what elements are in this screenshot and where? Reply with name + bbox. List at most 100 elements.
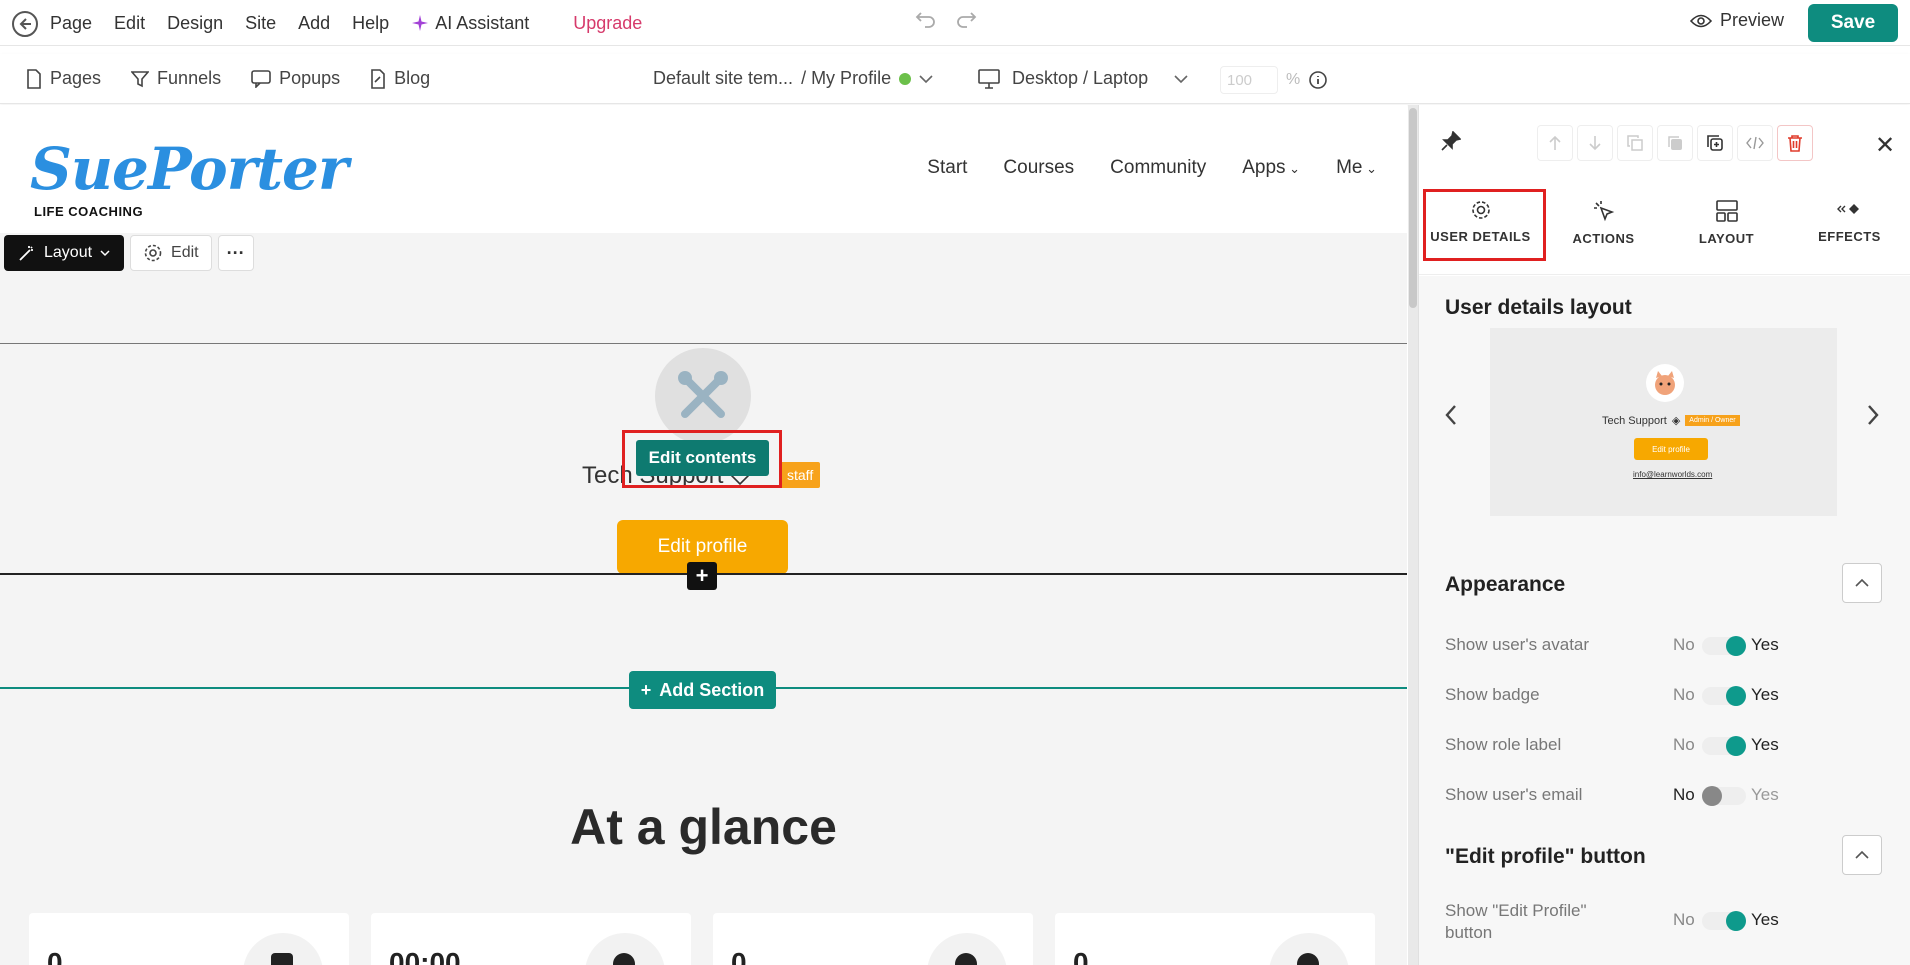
ai-assistant-button[interactable]: AI Assistant <box>411 13 551 34</box>
menu-page[interactable]: Page <box>50 13 92 34</box>
upgrade-link[interactable]: Upgrade <box>573 13 642 34</box>
page-name: / My Profile <box>801 68 892 88</box>
toggle-switch[interactable] <box>1702 736 1746 756</box>
toggle-row-email: Show user's email No Yes <box>1445 781 1885 811</box>
copy-icon[interactable] <box>1617 125 1653 161</box>
layout-button[interactable]: Layout <box>4 235 125 271</box>
add-section-button[interactable]: + Add Section <box>629 671 776 709</box>
funnel-icon <box>131 70 150 87</box>
preview-diamond-icon: ◈ <box>1671 415 1681 427</box>
layout-preview[interactable]: Tech Support ◈ Admin / Owner Edit profil… <box>1490 328 1837 516</box>
preview-name-row: Tech Support ◈ Admin / Owner <box>1602 414 1740 427</box>
chevron-left-icon[interactable] <box>1443 402 1459 434</box>
site-logo[interactable]: SuePorter <box>30 135 349 203</box>
pages-link[interactable]: Pages <box>26 68 101 89</box>
redo-icon[interactable] <box>955 10 977 28</box>
funnels-label: Funnels <box>157 68 222 88</box>
move-up-icon[interactable] <box>1537 125 1573 161</box>
move-down-icon[interactable] <box>1577 125 1613 161</box>
document-icon <box>27 68 41 89</box>
toggle-switch[interactable] <box>1702 786 1746 806</box>
toggle-knob <box>1726 686 1746 706</box>
duplicate-icon[interactable] <box>1697 125 1733 161</box>
stat-value: 00:00 <box>389 947 461 965</box>
site-nav-community[interactable]: Community <box>1110 157 1206 179</box>
zoom-control: 100 % <box>1220 66 1328 94</box>
add-element-button[interactable]: + <box>687 562 717 590</box>
preview-edit-profile-button: Edit profile <box>1634 438 1708 460</box>
canvas-scrollbar-thumb[interactable] <box>1409 108 1417 308</box>
tab-label: ACTIONS <box>1572 231 1635 246</box>
layout-label: Layout <box>44 244 93 261</box>
preview-button[interactable]: Preview <box>1690 10 1784 31</box>
toggle-label: Show user's avatar <box>1445 635 1590 654</box>
stat-value: 0 <box>47 947 63 965</box>
toggle-row-avatar: Show user's avatar No Yes <box>1445 631 1885 661</box>
collapse-appearance-button[interactable] <box>1842 563 1882 603</box>
site-nav-start[interactable]: Start <box>927 157 967 179</box>
blog-label: Blog <box>394 68 431 88</box>
device-selector[interactable]: Desktop / Laptop <box>978 68 1188 89</box>
tab-actions[interactable]: ACTIONS <box>1542 185 1665 274</box>
blog-icon <box>371 68 385 89</box>
popups-link[interactable]: Popups <box>251 68 340 89</box>
menu-site[interactable]: Site <box>245 13 276 34</box>
stat-card: 0 <box>1055 913 1375 965</box>
close-icon[interactable]: ✕ <box>1875 131 1895 160</box>
stat-value: 0 <box>731 947 747 965</box>
toggle-switch[interactable] <box>1702 636 1746 656</box>
preview-email: info@learnworlds.com <box>1633 470 1713 479</box>
code-icon[interactable] <box>1737 125 1773 161</box>
site-nav-courses[interactable]: Courses <box>1003 157 1074 179</box>
preview-name: Tech Support <box>1602 414 1667 427</box>
site-nav-me[interactable]: Me <box>1336 157 1377 179</box>
zoom-unit: % <box>1286 71 1301 88</box>
undo-redo <box>915 10 977 28</box>
toggle-row-badge: Show badge No Yes <box>1445 681 1885 711</box>
paste-icon[interactable] <box>1657 125 1693 161</box>
chevron-down-icon <box>919 74 933 83</box>
toggle-no-label: No <box>1673 785 1695 804</box>
blog-link[interactable]: Blog <box>370 68 430 89</box>
layout-section-title: User details layout <box>1445 296 1632 319</box>
toggle-switch[interactable] <box>1702 686 1746 706</box>
undo-icon[interactable] <box>915 10 937 28</box>
chevron-right-icon[interactable] <box>1865 402 1881 434</box>
gear-icon <box>144 244 162 262</box>
site-nav-apps[interactable]: Apps <box>1242 157 1300 179</box>
chevron-up-icon <box>1855 578 1869 587</box>
menu-help[interactable]: Help <box>352 13 389 34</box>
secondary-toolbar: Pages Funnels Popups Blog Default site t… <box>0 54 1910 104</box>
stats-cards: 0 00:00 0 0 <box>29 913 1375 965</box>
back-icon[interactable] <box>12 11 38 37</box>
edit-button[interactable]: Edit <box>130 235 212 271</box>
tab-effects[interactable]: EFFECTS <box>1788 185 1910 274</box>
popups-label: Popups <box>279 68 341 88</box>
menu-edit[interactable]: Edit <box>114 13 145 34</box>
pin-icon[interactable] <box>1441 131 1461 151</box>
highlight-frame <box>622 430 782 488</box>
appearance-section-title: Appearance <box>1445 573 1566 596</box>
toggle-label: Show badge <box>1445 685 1540 704</box>
published-status-dot <box>899 72 912 85</box>
edit-label: Edit <box>171 244 199 261</box>
toggle-switch[interactable] <box>1702 911 1746 931</box>
tab-layout[interactable]: LAYOUT <box>1665 185 1788 274</box>
funnels-link[interactable]: Funnels <box>131 68 221 89</box>
save-button[interactable]: Save <box>1808 4 1898 42</box>
delete-icon[interactable] <box>1777 125 1813 161</box>
page-selector[interactable]: Default site tem... / My Profile <box>653 68 933 89</box>
toggle-knob <box>1726 911 1746 931</box>
popup-icon <box>251 69 271 88</box>
stat-value: 0 <box>1073 947 1089 965</box>
zoom-input[interactable]: 100 <box>1220 66 1278 94</box>
toggle-row-role-label: Show role label No Yes <box>1445 731 1885 761</box>
collapse-edit-profile-button[interactable] <box>1842 835 1882 875</box>
menu-design[interactable]: Design <box>167 13 223 34</box>
ai-assistant-label: AI Assistant <box>435 12 530 33</box>
section-toolbar: Layout Edit ··· <box>4 235 254 271</box>
menu-add[interactable]: Add <box>298 13 330 34</box>
main-menu: Page Edit Design Site Add Help AI Assist… <box>50 0 664 46</box>
more-options-button[interactable]: ··· <box>217 235 254 271</box>
info-icon[interactable] <box>1308 70 1328 90</box>
